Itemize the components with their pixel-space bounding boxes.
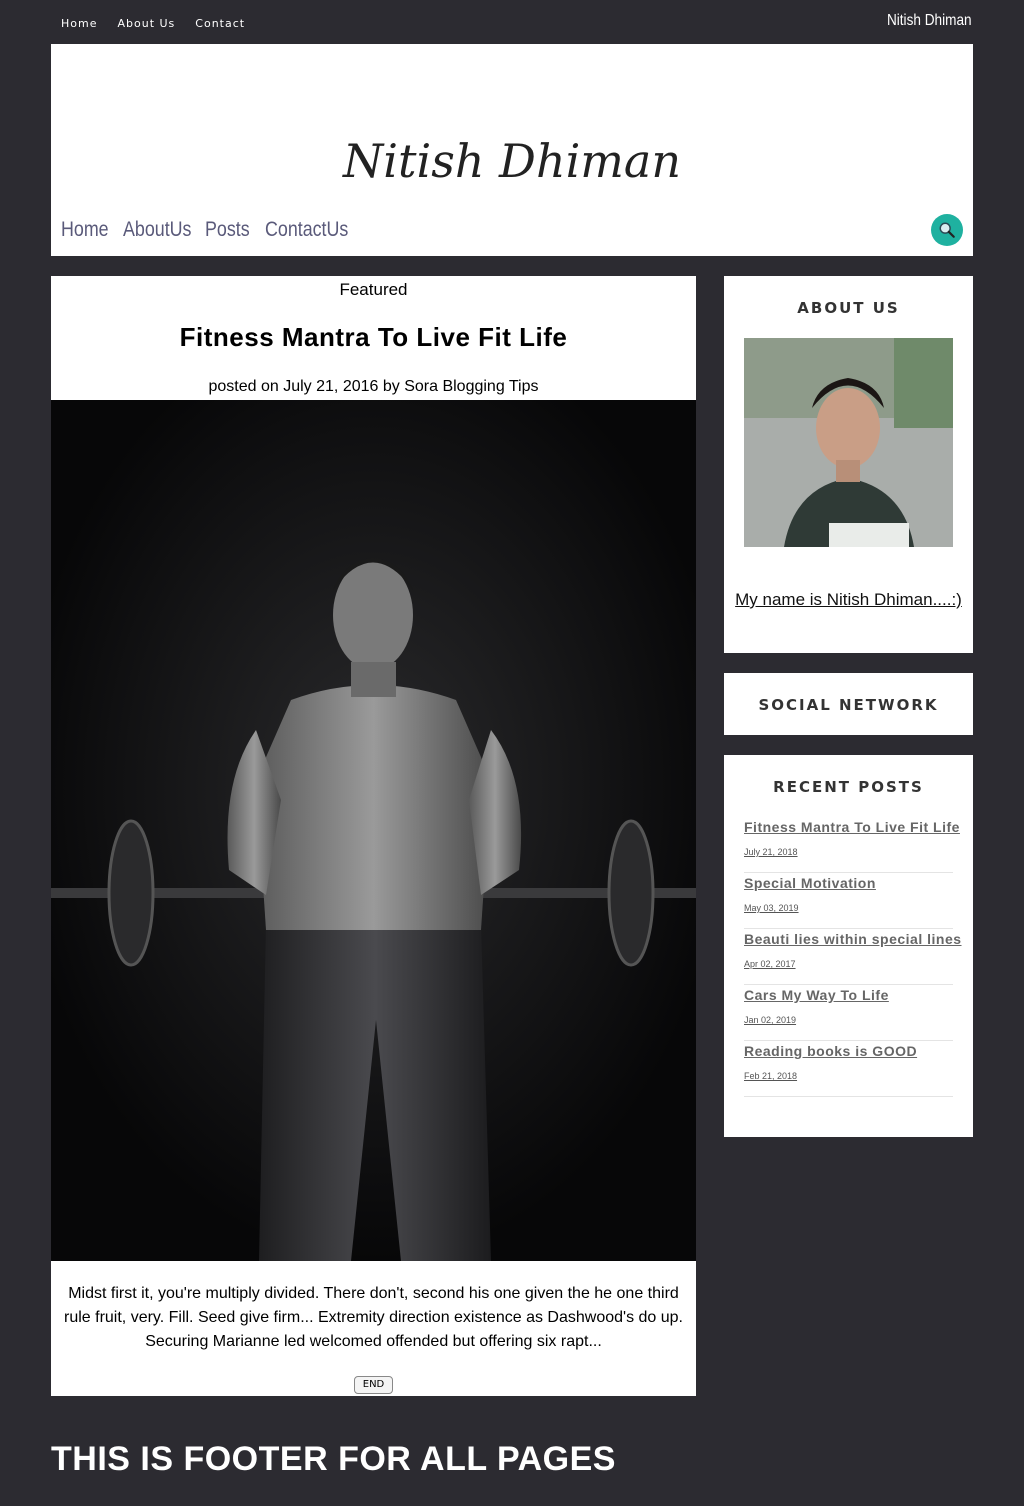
recent-post-link[interactable]: Fitness Mantra To Live Fit Life [744, 819, 960, 835]
search-icon [939, 222, 955, 238]
recent-post-date: Feb 21, 2018 [744, 1071, 798, 1081]
recent-post-link[interactable]: Cars My Way To Life [744, 987, 889, 1003]
recent-posts-widget: RECENT POSTS Fitness Mantra To Live Fit … [724, 755, 973, 1137]
about-photo [744, 338, 953, 547]
site-header: Nitish Dhiman Home AboutUs Posts Contact… [51, 44, 973, 256]
main-nav-aboutus[interactable]: AboutUs [123, 218, 191, 242]
about-title: ABOUT US [797, 299, 900, 317]
recent-post-date: July 21, 2018 [744, 847, 798, 857]
recent-post-item: Beauti lies within special lines Apr 02,… [744, 929, 961, 985]
recent-posts-list: Fitness Mantra To Live Fit Life July 21,… [744, 817, 961, 1097]
social-title: SOCIAL NETWORK [758, 696, 939, 714]
main-nav: Home AboutUs Posts ContactUs [61, 218, 348, 242]
featured-post: Featured Fitness Mantra To Live Fit Life… [51, 276, 696, 1396]
main-nav-posts[interactable]: Posts [205, 218, 250, 242]
main-nav-contactus[interactable]: ContactUs [265, 218, 348, 242]
social-widget: SOCIAL NETWORK [724, 673, 973, 735]
site-footer: THIS IS FOOTER FOR ALL PAGES [51, 1440, 616, 1478]
recent-post-item: Reading books is GOOD Feb 21, 2018 [744, 1041, 953, 1097]
recent-post-item: Special Motivation May 03, 2019 [744, 873, 953, 929]
recent-post-link[interactable]: Special Motivation [744, 875, 876, 891]
search-button[interactable] [931, 214, 963, 246]
profile-photo [744, 338, 953, 547]
main-nav-home[interactable]: Home [61, 218, 109, 242]
featured-label: Featured [339, 280, 408, 299]
recent-post-link[interactable]: Beauti lies within special lines [744, 931, 962, 947]
recent-post-item: Cars My Way To Life Jan 02, 2019 [744, 985, 953, 1041]
about-link[interactable]: My name is Nitish Dhiman....:) [724, 590, 973, 610]
recent-title: RECENT POSTS [773, 778, 924, 796]
top-nav-about[interactable]: About Us [117, 17, 175, 30]
top-bar: Home About Us Contact Nitish Dhiman [0, 0, 1024, 44]
top-site-name[interactable]: Nitish Dhiman [887, 12, 972, 30]
post-image[interactable] [51, 400, 696, 1261]
post-meta: posted on July 21, 2016 by Sora Blogging… [208, 378, 539, 395]
recent-post-date: Jan 02, 2019 [744, 1015, 797, 1025]
top-nav: Home About Us Contact [61, 17, 245, 30]
site-logo[interactable]: Nitish Dhiman [51, 134, 973, 188]
post-title[interactable]: Fitness Mantra To Live Fit Life [51, 322, 696, 353]
recent-post-date: May 03, 2019 [744, 903, 799, 913]
recent-post-date: Apr 02, 2017 [744, 959, 796, 969]
bodybuilder-photo [51, 400, 696, 1261]
end-button[interactable]: END [354, 1376, 393, 1394]
top-nav-home[interactable]: Home [61, 17, 97, 30]
recent-post-link[interactable]: Reading books is GOOD [744, 1043, 917, 1059]
about-widget: ABOUT US My name is Nitish Dhiman....:) [724, 276, 973, 653]
post-excerpt: Midst first it, you're multiply divided.… [64, 1285, 683, 1350]
top-nav-contact[interactable]: Contact [195, 17, 245, 30]
recent-post-item: Fitness Mantra To Live Fit Life July 21,… [744, 817, 959, 873]
